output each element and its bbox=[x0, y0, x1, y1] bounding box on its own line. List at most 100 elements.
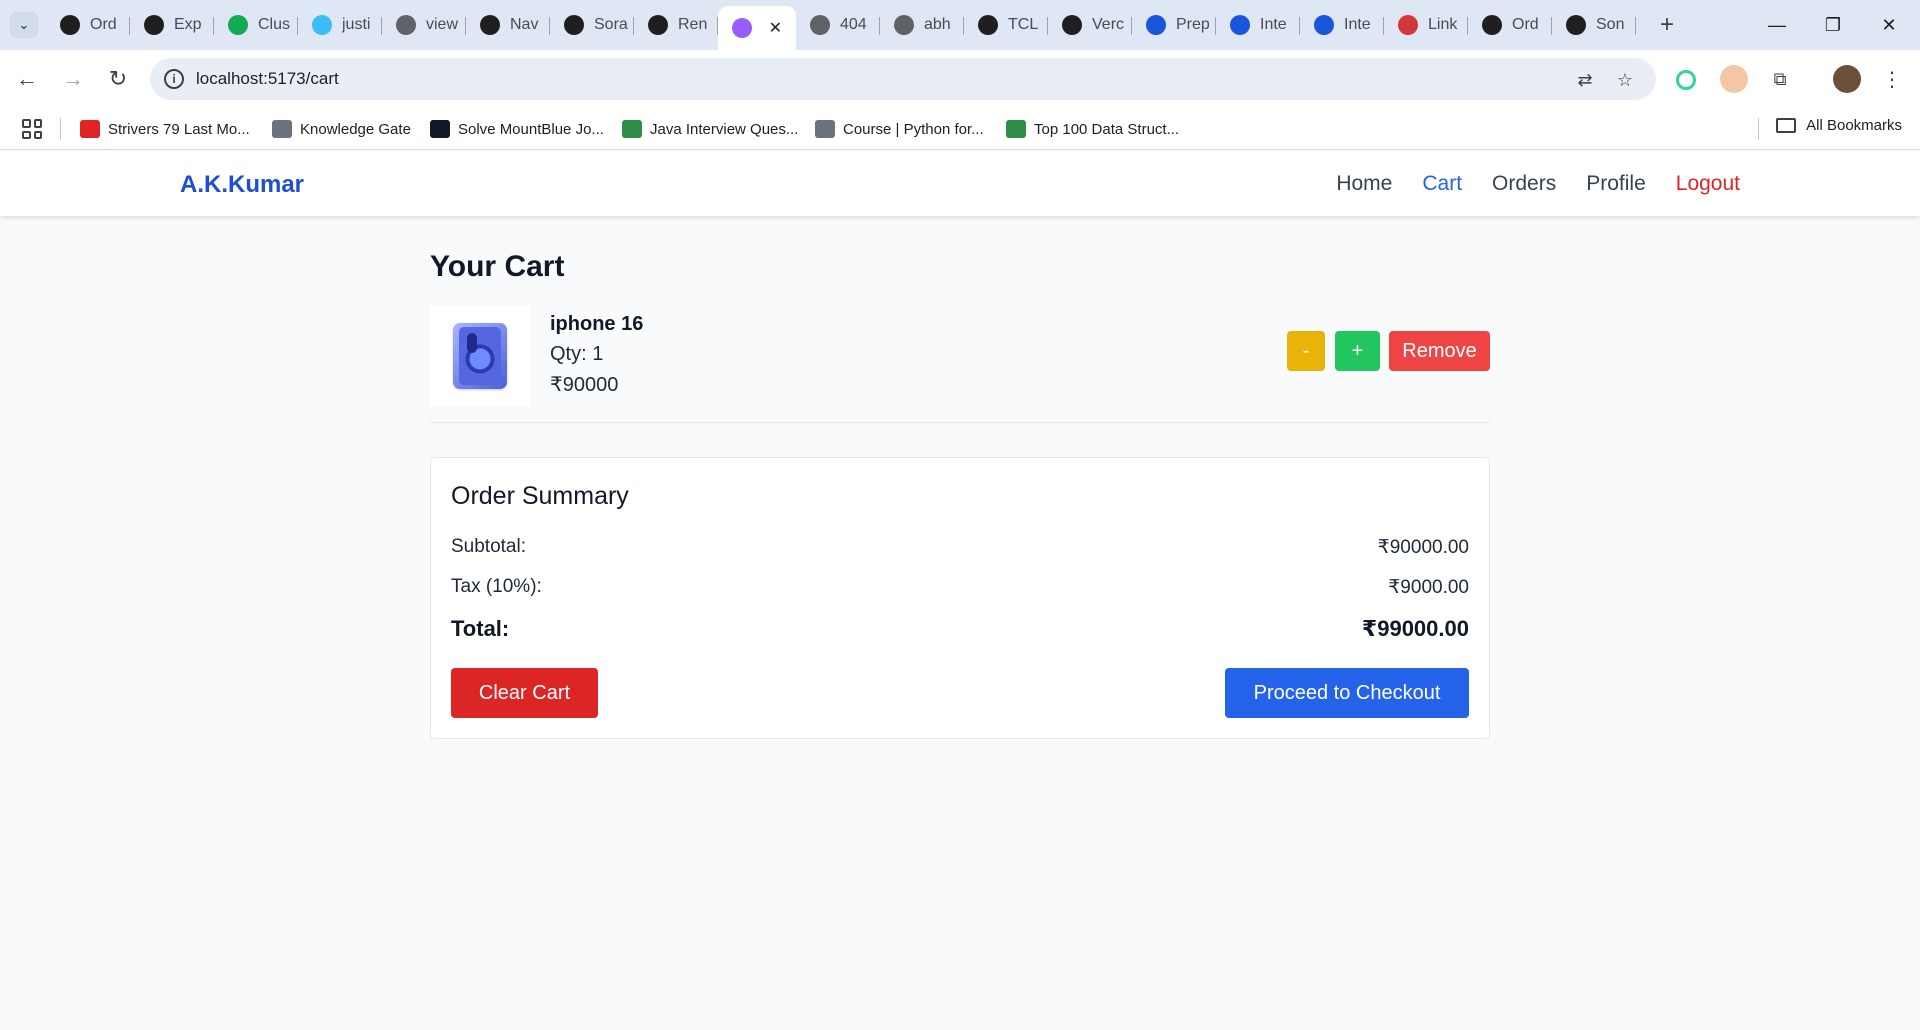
course-icon bbox=[815, 120, 835, 138]
browser-tab[interactable]: Inte bbox=[1300, 6, 1384, 44]
browser-tab[interactable]: Ren bbox=[634, 6, 718, 44]
browser-tab[interactable]: view bbox=[382, 6, 466, 44]
amazon-icon bbox=[978, 15, 998, 35]
tab-title: abh bbox=[924, 16, 951, 33]
bookmarks-divider bbox=[60, 118, 61, 140]
address-bar[interactable]: i localhost:5173/cart ⇄ ☆ bbox=[150, 58, 1656, 100]
tab-title: Sora bbox=[594, 16, 628, 33]
cart-item: iphone 16 Qty: 1 ₹90000 - + Remove bbox=[430, 306, 1490, 423]
browser-tab[interactable]: Inte bbox=[1216, 6, 1300, 44]
nav-home[interactable]: Home bbox=[1336, 172, 1392, 196]
bookmark-item[interactable]: Java Interview Ques... bbox=[622, 117, 798, 141]
vercel-icon bbox=[1062, 15, 1082, 35]
increment-quantity-button[interactable]: + bbox=[1335, 331, 1380, 371]
tab-title: 404 bbox=[840, 16, 867, 33]
cart-page: Your Cart iphone 16 Qty: 1 ₹90000 - + Re… bbox=[430, 250, 1490, 739]
total-row: Total: ₹99000.00 bbox=[451, 616, 1469, 642]
amazon-icon bbox=[1566, 15, 1586, 35]
extension-circle-icon[interactable] bbox=[1676, 70, 1696, 90]
browser-tab-active[interactable]: ✕ bbox=[718, 6, 796, 50]
browser-tab[interactable]: Ord bbox=[46, 6, 130, 44]
tab-title: Son bbox=[1596, 16, 1625, 33]
restore-icon[interactable]: ❐ bbox=[1810, 8, 1856, 42]
bookmark-label: Java Interview Ques... bbox=[650, 120, 799, 138]
product-quantity: Qty: 1 bbox=[550, 343, 604, 365]
folder-icon bbox=[1776, 118, 1797, 133]
mongodb-leaf-icon bbox=[228, 15, 248, 35]
decrement-quantity-button[interactable]: - bbox=[1287, 331, 1325, 371]
close-tab-icon[interactable]: ✕ bbox=[769, 18, 782, 38]
browser-tab[interactable]: Son bbox=[1552, 6, 1636, 44]
proceed-to-checkout-button[interactable]: Proceed to Checkout bbox=[1225, 668, 1469, 718]
nav-profile[interactable]: Profile bbox=[1586, 172, 1646, 196]
kg-icon bbox=[272, 120, 292, 138]
tab-title: Inte bbox=[1260, 16, 1287, 33]
tab-title: Ord bbox=[1512, 16, 1539, 33]
bookmark-item[interactable]: Top 100 Data Struct... bbox=[1006, 117, 1179, 141]
extension-avatar-icon[interactable] bbox=[1720, 65, 1748, 93]
browser-tab[interactable]: Nav bbox=[466, 6, 550, 44]
menu-kebab-icon[interactable]: ⋮ bbox=[1878, 65, 1906, 93]
reload-icon[interactable]: ↻ bbox=[101, 62, 135, 96]
bookmarks-bar: Strivers 79 Last Mo... Knowledge Gate Solv… bbox=[0, 107, 1920, 150]
tax-label: Tax (10%): bbox=[451, 576, 542, 597]
remove-item-button[interactable]: Remove bbox=[1389, 331, 1490, 371]
browser-tab[interactable]: Ord bbox=[1468, 6, 1552, 44]
tab-search-chevron-icon[interactable]: ⌄ bbox=[10, 12, 38, 38]
clear-cart-button[interactable]: Clear Cart bbox=[451, 668, 598, 718]
tab-title: TCL bbox=[1008, 16, 1039, 33]
bookmark-item[interactable]: Solve MountBlue Jo... bbox=[430, 117, 604, 141]
new-tab-plus-icon[interactable]: + bbox=[1652, 10, 1682, 40]
bookmark-item[interactable]: Strivers 79 Last Mo... bbox=[80, 117, 250, 141]
translate-icon[interactable]: ⇄ bbox=[1572, 67, 1598, 93]
browser-tab[interactable]: Clus bbox=[214, 6, 298, 44]
address-url[interactable]: localhost:5173/cart bbox=[196, 69, 339, 89]
browser-tab[interactable]: Link bbox=[1384, 6, 1468, 44]
tab-title: Inte bbox=[1344, 16, 1371, 33]
all-bookmarks-button[interactable]: All Bookmarks bbox=[1776, 117, 1902, 134]
gfg-icon bbox=[1006, 120, 1026, 138]
back-arrow-icon[interactable]: ← bbox=[10, 62, 44, 96]
bookmark-star-icon[interactable]: ☆ bbox=[1612, 67, 1638, 93]
bookmark-label: Course | Python for... bbox=[843, 120, 984, 138]
browser-tab[interactable]: justi bbox=[298, 6, 382, 44]
browser-tab[interactable]: Prep bbox=[1132, 6, 1216, 44]
forward-arrow-icon[interactable]: → bbox=[56, 62, 90, 96]
all-bookmarks-label: All Bookmarks bbox=[1806, 117, 1902, 134]
tab-title: Verc bbox=[1092, 16, 1125, 33]
tab-title: Clus bbox=[258, 16, 291, 33]
close-window-icon[interactable]: ✕ bbox=[1866, 8, 1912, 42]
order-summary-card: Order Summary Subtotal: ₹90000.00 Tax (1… bbox=[430, 457, 1490, 739]
tab-title: Link bbox=[1428, 16, 1458, 33]
openai-icon bbox=[480, 15, 500, 35]
tax-value: ₹9000.00 bbox=[1388, 577, 1469, 598]
profile-avatar-icon[interactable] bbox=[1833, 65, 1861, 93]
browser-tab-strip: ⌄ Ord Exp Clus justi view Nav Sora Ren ✕ 404 abh TC… bbox=[0, 0, 1920, 50]
bookmark-label: Strivers 79 Last Mo... bbox=[108, 120, 250, 138]
page-title: Your Cart bbox=[430, 250, 565, 283]
bookmark-label: Knowledge Gate bbox=[300, 120, 411, 138]
nav-orders[interactable]: Orders bbox=[1492, 172, 1556, 196]
bookmark-item[interactable]: Course | Python for... bbox=[815, 117, 984, 141]
site-info-icon[interactable]: i bbox=[164, 69, 184, 89]
browser-tab[interactable]: 404 bbox=[796, 6, 880, 44]
extensions-puzzle-icon[interactable]: ⧉ bbox=[1766, 65, 1794, 93]
iphone-image-icon bbox=[453, 323, 507, 389]
browser-tab[interactable]: abh bbox=[880, 6, 964, 44]
tab-title: Exp bbox=[174, 16, 202, 33]
order-summary-title: Order Summary bbox=[451, 482, 629, 510]
apps-grid-icon[interactable] bbox=[22, 119, 42, 139]
browser-tab[interactable]: Sora bbox=[550, 6, 634, 44]
tab-title: Nav bbox=[510, 16, 539, 33]
total-label: Total: bbox=[451, 616, 510, 641]
bookmark-item[interactable]: Knowledge Gate bbox=[272, 117, 411, 141]
gfg-icon bbox=[622, 120, 642, 138]
brand-logo[interactable]: A.K.Kumar bbox=[180, 171, 304, 199]
browser-tab[interactable]: Exp bbox=[130, 6, 214, 44]
product-name: iphone 16 bbox=[550, 313, 644, 335]
nav-cart[interactable]: Cart bbox=[1422, 172, 1462, 196]
nav-logout[interactable]: Logout bbox=[1676, 172, 1740, 196]
minimize-icon[interactable]: — bbox=[1754, 8, 1800, 42]
browser-tab[interactable]: Verc bbox=[1048, 6, 1132, 44]
browser-tab[interactable]: TCL bbox=[964, 6, 1048, 44]
